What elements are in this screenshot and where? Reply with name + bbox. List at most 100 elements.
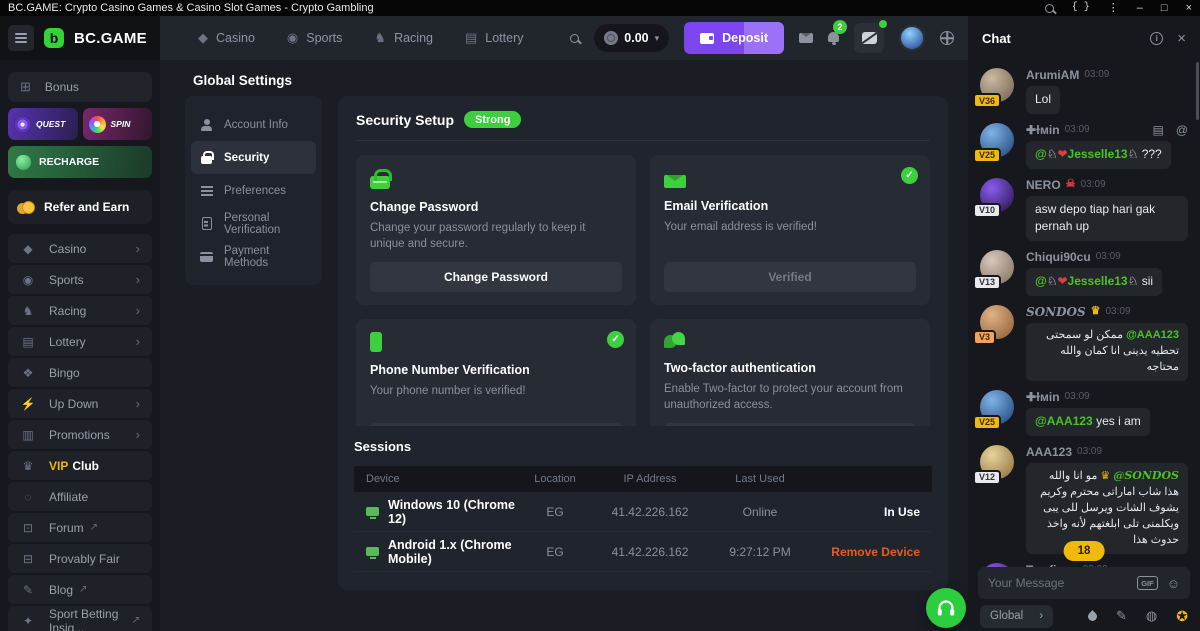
nav-casino[interactable]: ◆Casino xyxy=(198,30,255,46)
message-time: 03:09 xyxy=(1081,179,1106,191)
person-icon xyxy=(201,119,213,131)
change-password-button[interactable]: Change Password xyxy=(370,262,622,292)
username[interactable]: AAA123 xyxy=(1026,445,1072,459)
remove-device-button[interactable]: Remove Device xyxy=(810,545,920,559)
settings-menu-payment-methods[interactable]: Payment Methods xyxy=(191,240,316,273)
mention[interactable]: @ xyxy=(1035,274,1047,288)
recharge-button[interactable]: RECHARGE xyxy=(8,146,152,178)
strength-badge: Strong xyxy=(464,111,521,128)
avatar[interactable]: V36 xyxy=(980,68,1014,102)
notifications-button[interactable]: 2 xyxy=(828,29,839,47)
tip-icon[interactable]: ▤ xyxy=(1152,123,1163,137)
sidebar-bonus-button[interactable]: ⊞ Bonus xyxy=(8,72,152,102)
trophy-icon[interactable]: ✪ xyxy=(1176,608,1188,625)
settings-menu-preferences[interactable]: Preferences xyxy=(191,174,316,207)
document-icon xyxy=(202,217,212,230)
sidebar-item-vip-club[interactable]: ♛VIPClub xyxy=(8,451,152,480)
user-avatar[interactable] xyxy=(899,25,925,51)
gif-icon[interactable]: GIF xyxy=(1137,576,1158,590)
settings-menu-account-info[interactable]: Account Info xyxy=(191,108,316,141)
message-input[interactable] xyxy=(988,576,1128,590)
message-bubble: Lol xyxy=(1026,86,1060,113)
avatar[interactable]: V25 xyxy=(980,123,1014,157)
sidebar-item-forum[interactable]: ⊡Forum↗ xyxy=(8,513,152,542)
pen-icon[interactable]: ✎ xyxy=(1116,608,1127,624)
sidebar-item-racing[interactable]: ♞Racing› xyxy=(8,296,152,325)
nav-sports[interactable]: ◉Sports xyxy=(287,30,342,46)
racing-icon: ♞ xyxy=(20,304,36,318)
avatar[interactable]: V12 xyxy=(980,445,1014,479)
kebab-menu-icon[interactable]: ⋮ xyxy=(1108,3,1119,14)
close-window-button[interactable]: × xyxy=(1186,3,1192,14)
sidebar-item-lottery[interactable]: ▤Lottery› xyxy=(8,327,152,356)
fairness-icon: ⊟ xyxy=(20,552,36,566)
session-last-used: 9:27:12 PM xyxy=(710,545,810,559)
bcgame-logo-text[interactable]: BC.GAME xyxy=(74,30,147,47)
sidebar-item-casino[interactable]: ◆Casino› xyxy=(8,234,152,263)
info-icon[interactable] xyxy=(1150,32,1163,45)
sidebar-item-sport-betting-insights[interactable]: ✦Sport Betting Insig...↗ xyxy=(8,606,152,631)
search-icon[interactable] xyxy=(570,34,579,43)
coinflip-icon[interactable]: ◍ xyxy=(1146,608,1157,624)
zoom-icon[interactable] xyxy=(1045,4,1054,13)
avatar[interactable]: V3 xyxy=(980,305,1014,339)
chat-toggle-button[interactable] xyxy=(854,23,884,53)
balance-selector[interactable]: 0.00 ▾ xyxy=(594,24,669,52)
mention-name[interactable]: Jesselle13 xyxy=(1068,147,1128,161)
quest-button[interactable]: QUEST xyxy=(8,108,78,140)
emoji-icon[interactable]: ☺ xyxy=(1167,576,1180,591)
spin-button[interactable]: SPIN xyxy=(83,108,153,140)
rain-icon[interactable] xyxy=(1086,610,1099,623)
col-location: Location xyxy=(520,473,590,485)
nav-racing[interactable]: ♞Racing xyxy=(374,30,433,46)
refer-and-earn-button[interactable]: Refer and Earn xyxy=(8,190,152,224)
chat-scrollbar[interactable] xyxy=(1196,62,1199,120)
avatar[interactable]: V13 xyxy=(980,250,1014,284)
username[interactable]: Chiqui90cu xyxy=(1026,250,1091,264)
mention[interactable]: @ xyxy=(1035,147,1047,161)
channel-selector[interactable]: Global › xyxy=(980,605,1053,628)
sidebar-item-promotions[interactable]: ▥Promotions› xyxy=(8,420,152,449)
username[interactable]: NERO xyxy=(1026,178,1061,192)
mention[interactable]: @SONDOS xyxy=(1113,469,1179,482)
chat-panel: Chat × V36 ArumiAM03:09 Lol V25 ✚ɫмin03:… xyxy=(968,16,1200,631)
mail-icon[interactable] xyxy=(799,33,813,43)
sidebar-item-bingo[interactable]: ❖Bingo xyxy=(8,358,152,387)
minimize-button[interactable]: – xyxy=(1137,3,1143,14)
globe-icon[interactable] xyxy=(940,31,954,45)
racing-icon: ♞ xyxy=(374,30,386,46)
username[interactable]: ArumiAM xyxy=(1026,68,1079,82)
logo-zone: b BC.GAME xyxy=(0,16,160,60)
mention-icon[interactable]: @ xyxy=(1176,123,1188,137)
settings-menu-personal-verification[interactable]: Personal Verification xyxy=(191,207,316,240)
username[interactable]: ✚ɫмin xyxy=(1026,390,1060,404)
bcgame-logo-icon[interactable]: b xyxy=(44,28,64,48)
chat-input-bar: GIF ☺ xyxy=(978,567,1190,599)
mention[interactable]: @AAA123 xyxy=(1126,329,1179,341)
sidebar-item-affiliate[interactable]: ◌Affiliate xyxy=(8,482,152,511)
sidebar-item-sports[interactable]: ◉Sports› xyxy=(8,265,152,294)
username[interactable]: ✚ɫмin xyxy=(1026,123,1060,137)
settings-menu-security[interactable]: Security xyxy=(191,141,316,174)
gift-icon: ⊞ xyxy=(20,79,31,95)
sidebar-item-updown[interactable]: ⚡Up Down› xyxy=(8,389,152,418)
sidebar-item-provably-fair[interactable]: ⊟Provably Fair xyxy=(8,544,152,573)
close-chat-icon[interactable]: × xyxy=(1177,30,1186,47)
username[interactable]: SONDOS xyxy=(1026,305,1086,319)
mention-name[interactable]: Jesselle13 xyxy=(1068,274,1128,288)
sidebar-item-blog[interactable]: ✎Blog↗ xyxy=(8,575,152,604)
avatar[interactable]: V10 xyxy=(980,178,1014,212)
extensions-icon[interactable]: { } xyxy=(1072,3,1090,13)
unread-messages-pill[interactable]: 18 xyxy=(1064,541,1105,561)
mention[interactable]: @AAA123 xyxy=(1035,414,1093,428)
card-title: Change Password xyxy=(370,200,622,214)
email-verification-card: ✓ Email Verification Your email address … xyxy=(650,155,930,305)
sidebar-toggle-button[interactable] xyxy=(8,25,34,51)
avatar[interactable]: V25 xyxy=(980,390,1014,424)
deposit-button[interactable]: Deposit xyxy=(684,22,784,54)
maximize-button[interactable]: □ xyxy=(1161,3,1168,14)
browser-titlebar: BC.GAME: Crypto Casino Games & Casino Sl… xyxy=(0,0,1200,16)
support-button[interactable] xyxy=(926,588,966,628)
nav-lottery[interactable]: ▤Lottery xyxy=(465,30,524,46)
blog-icon: ✎ xyxy=(20,583,36,597)
